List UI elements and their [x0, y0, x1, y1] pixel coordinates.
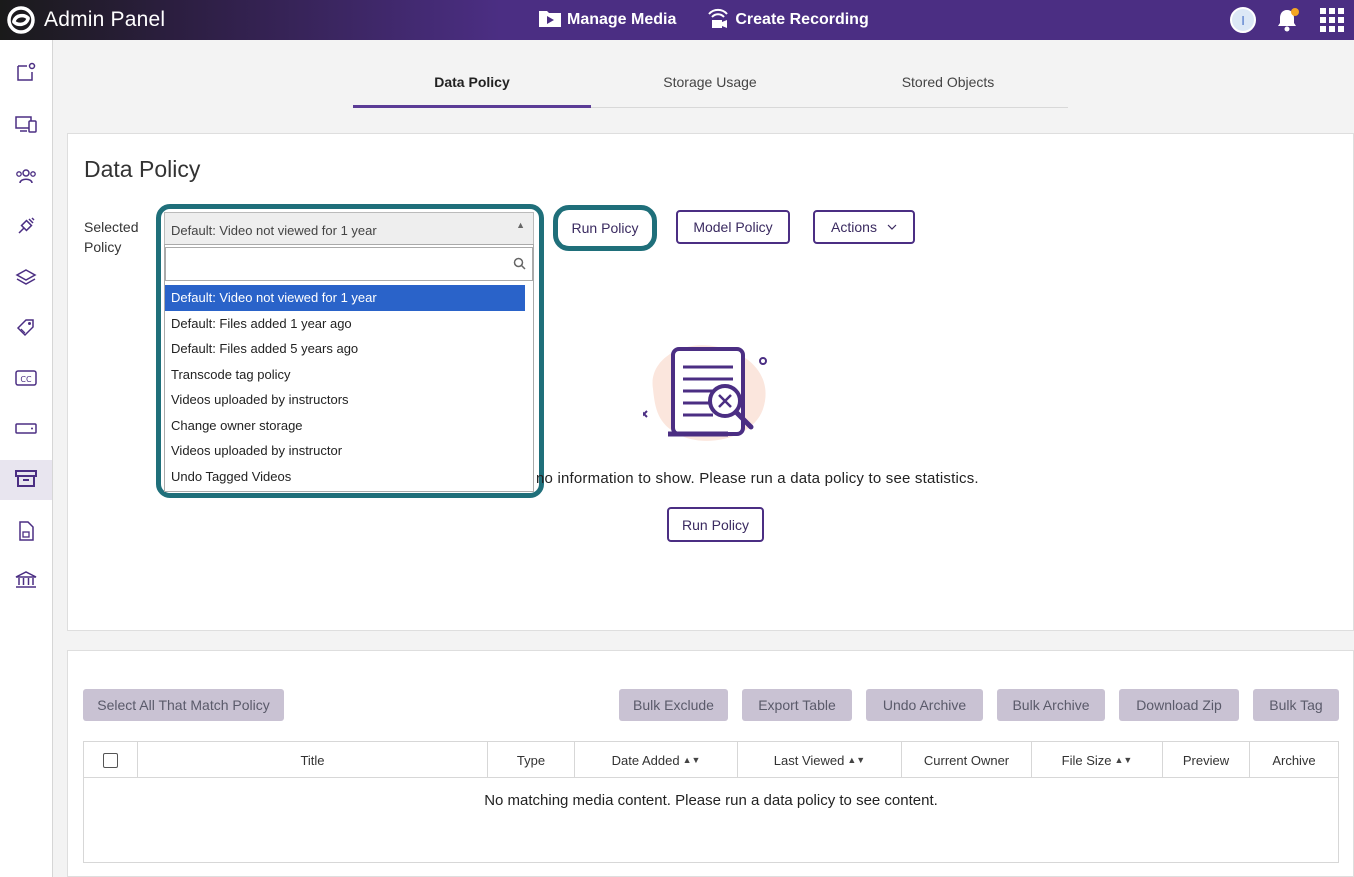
dashboard-icon [15, 61, 37, 88]
notifications-bell-icon[interactable] [1276, 8, 1300, 32]
app-title: Admin Panel [44, 8, 166, 31]
sidebar-item-tags[interactable] [0, 310, 52, 350]
devices-icon [14, 113, 38, 140]
policy-tabs: Data Policy Storage Usage Stored Objects [353, 60, 1068, 108]
actions-button[interactable]: Actions [813, 210, 915, 244]
col-file-size-label: File Size [1061, 752, 1112, 768]
col-date-added[interactable]: Date Added ▲▼ [575, 742, 738, 778]
users-icon [14, 165, 38, 192]
export-table-button[interactable]: Export Table [742, 689, 852, 721]
tags-icon [15, 317, 37, 344]
col-type: Type [488, 742, 575, 778]
data-policy-panel: Data Policy Selected Policy Default: Vid… [67, 133, 1354, 631]
manage-media-label: Manage Media [567, 11, 677, 28]
tab-stored-objects[interactable]: Stored Objects [829, 60, 1067, 107]
top-right-controls: I [1230, 0, 1354, 40]
col-file-size[interactable]: File Size ▲▼ [1032, 742, 1163, 778]
policy-option[interactable]: Videos uploaded by instructors [165, 387, 525, 413]
policy-option[interactable]: Default: Files added 1 year ago [165, 311, 525, 337]
file-report-icon [15, 520, 37, 547]
app-logo-icon [6, 5, 36, 35]
undo-archive-button[interactable]: Undo Archive [866, 689, 983, 721]
integrations-icon [15, 215, 37, 242]
actions-label: Actions [831, 219, 877, 235]
empty-table-message: No matching media content. Please run a … [484, 792, 938, 809]
col-last-viewed-label: Last Viewed [773, 752, 845, 768]
select-all-checkbox[interactable] [103, 752, 118, 768]
tab-data-policy[interactable]: Data Policy [353, 60, 591, 108]
policy-option[interactable]: Videos uploaded by instructor [165, 438, 525, 464]
caret-up-icon: ▲ [516, 220, 525, 230]
recording-icon [706, 6, 735, 35]
policy-option[interactable]: Default: Files added 5 years ago [165, 336, 525, 362]
policy-select[interactable]: Default: Video not viewed for 1 year ▲ [164, 212, 534, 245]
brand[interactable]: Admin Panel [6, 0, 165, 40]
sort-icon: ▲▼ [1114, 755, 1133, 765]
col-preview: Preview [1163, 742, 1250, 778]
bulk-exclude-button[interactable]: Bulk Exclude [619, 689, 728, 721]
dropdown-search [165, 247, 533, 281]
sidebar-item-users[interactable] [0, 158, 52, 198]
media-table-panel: Select All That Match Policy Bulk Exclud… [67, 650, 1354, 877]
select-all-checkbox-cell [84, 742, 138, 778]
top-nav: Manage Media Create Recording [538, 0, 899, 40]
chevron-down-icon [887, 224, 897, 230]
sidebar-item-dashboard[interactable] [0, 54, 52, 94]
search-icon [513, 257, 526, 275]
policy-option[interactable]: Undo Tagged Videos [165, 464, 525, 490]
policy-option[interactable]: Transcode tag policy [165, 362, 525, 388]
tab-storage-usage[interactable]: Storage Usage [591, 60, 829, 107]
policy-option[interactable]: Change owner storage [165, 413, 525, 439]
sort-icon: ▲▼ [682, 755, 701, 765]
manage-media-link[interactable]: Manage Media [538, 8, 676, 33]
archive-icon [14, 467, 38, 494]
sidebar-item-devices[interactable] [0, 106, 52, 146]
policy-options: Default: Video not viewed for 1 year Def… [165, 285, 525, 489]
col-title: Title [138, 742, 488, 778]
media-folder-icon [538, 8, 567, 33]
captions-icon: CC [14, 368, 38, 393]
svg-text:CC: CC [20, 375, 32, 384]
model-policy-button[interactable]: Model Policy [676, 210, 790, 244]
sidebar-item-file-report[interactable] [0, 513, 52, 553]
col-date-added-label: Date Added [611, 752, 680, 768]
policy-option[interactable]: Default: Video not viewed for 1 year [165, 285, 525, 311]
sidebar-item-captions[interactable]: CC [0, 360, 52, 400]
col-current-owner: Current Owner [902, 742, 1032, 778]
no-data-illustration [640, 339, 783, 449]
page-title: Data Policy [84, 156, 201, 182]
storage-drive-icon [14, 418, 38, 443]
bulk-archive-button[interactable]: Bulk Archive [997, 689, 1105, 721]
run-policy-button[interactable]: Run Policy [561, 211, 649, 245]
top-bar: Admin Panel Manage Media Create Recordin… [0, 0, 1354, 40]
policy-dropdown: Default: Video not viewed for 1 year Def… [164, 244, 534, 492]
user-avatar[interactable]: I [1230, 7, 1256, 33]
sort-icon: ▲▼ [847, 755, 866, 765]
create-recording-label: Create Recording [735, 11, 869, 28]
run-policy-secondary-button[interactable]: Run Policy [667, 507, 764, 542]
media-table: Title Type Date Added ▲▼ Last Viewed ▲▼ … [83, 741, 1339, 863]
layers-icon [15, 267, 37, 294]
sidebar-item-layers[interactable] [0, 260, 52, 300]
download-zip-button[interactable]: Download Zip [1119, 689, 1239, 721]
create-recording-link[interactable]: Create Recording [706, 6, 869, 35]
sidebar-item-storage[interactable] [0, 410, 52, 450]
bulk-tag-button[interactable]: Bulk Tag [1253, 689, 1339, 721]
table-header: Title Type Date Added ▲▼ Last Viewed ▲▼ … [84, 742, 1338, 778]
institution-icon [14, 569, 38, 596]
policy-search-input[interactable] [166, 248, 532, 280]
sidebar-item-archive[interactable] [0, 460, 52, 500]
selected-policy-label: Selected Policy [84, 219, 139, 255]
policy-select-value: Default: Video not viewed for 1 year [171, 223, 377, 238]
app-grid-icon[interactable] [1320, 8, 1344, 32]
sidebar: CC [0, 40, 53, 877]
col-last-viewed[interactable]: Last Viewed ▲▼ [738, 742, 902, 778]
select-all-button[interactable]: Select All That Match Policy [83, 689, 284, 721]
sidebar-item-institution[interactable] [0, 562, 52, 602]
notification-dot [1291, 8, 1299, 16]
col-archive: Archive [1272, 752, 1316, 768]
empty-statistics-message: no information to show. Please run a dat… [536, 470, 979, 487]
sidebar-item-integrations[interactable] [0, 208, 52, 248]
